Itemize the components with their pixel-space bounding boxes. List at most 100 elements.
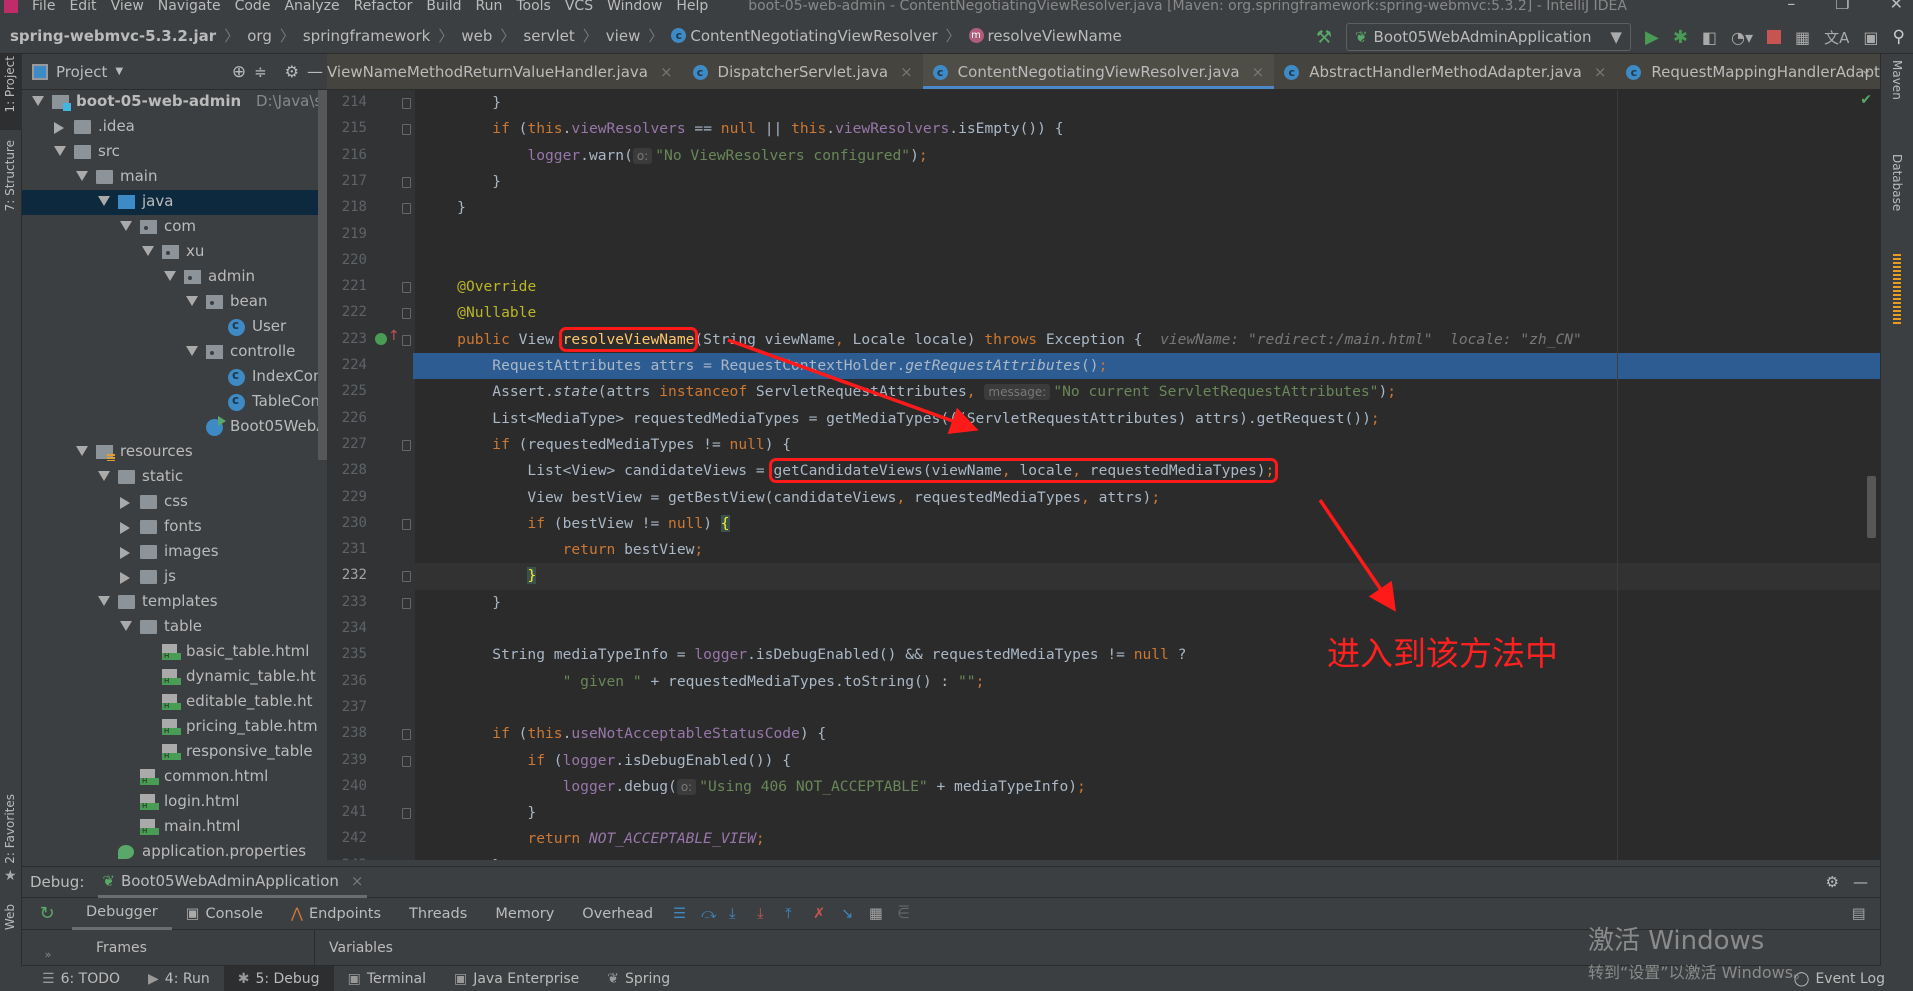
fold-marker-icon[interactable] <box>402 729 411 741</box>
debug-session-tab[interactable]: ❦ Boot05WebAdminApplication × <box>98 866 368 898</box>
tree-item[interactable]: table <box>22 615 327 640</box>
tree-item[interactable]: main <box>22 165 327 190</box>
breadcrumb-item[interactable]: view <box>606 27 641 45</box>
fold-marker-icon[interactable] <box>402 808 411 820</box>
fold-marker-icon[interactable] <box>402 98 411 109</box>
tree-item[interactable]: java <box>22 190 327 215</box>
chevron-right-icon[interactable] <box>54 122 64 134</box>
implements-method-icon[interactable] <box>375 332 387 345</box>
fold-marker-icon[interactable] <box>402 308 411 320</box>
chevron-down-icon[interactable] <box>186 296 198 306</box>
profile-icon[interactable]: ◔▾ <box>1731 28 1753 47</box>
trace-icon[interactable]: ⋶ <box>897 906 913 922</box>
tree-item[interactable]: common.html <box>22 765 327 790</box>
evaluate-expression-icon[interactable]: ▦ <box>869 906 885 922</box>
rerun-icon[interactable]: ↻ <box>22 903 72 924</box>
tree-item[interactable]: application.properties <box>22 840 327 860</box>
chevron-down-icon[interactable] <box>98 196 110 206</box>
debug-tab-console[interactable]: ▣ Console <box>172 898 277 930</box>
chevron-right-icon[interactable] <box>120 522 130 534</box>
project-view-selector[interactable]: Project <box>56 63 107 81</box>
code-editor[interactable]: 214 215 216 217 218 219 220 221 222 223 224 225 226 2… <box>327 90 1880 860</box>
chevron-down-icon[interactable] <box>120 221 132 231</box>
chevron-down-icon[interactable] <box>98 596 110 606</box>
bottom-tool-spring[interactable]: ❦ Spring <box>593 966 684 991</box>
breadcrumb-item[interactable]: m resolveViewName <box>968 27 1122 45</box>
project-structure-icon[interactable]: ▦ <box>1795 28 1810 47</box>
menu-item-vcs[interactable]: VCS <box>565 0 593 14</box>
fold-marker-icon[interactable] <box>402 282 411 294</box>
chevron-down-icon[interactable] <box>98 471 110 481</box>
chevron-down-icon[interactable] <box>32 96 44 106</box>
tool-window-database[interactable]: Database <box>1890 154 1904 211</box>
tool-window-maven[interactable]: Maven <box>1890 60 1904 100</box>
hide-icon[interactable]: — <box>1853 873 1868 891</box>
tree-item[interactable]: pricing_table.htm <box>22 715 327 740</box>
tree-item[interactable]: login.html <box>22 790 327 815</box>
drop-frame-icon[interactable]: ✗ <box>813 906 829 922</box>
menu-item-view[interactable]: View <box>111 0 144 14</box>
presentation-icon[interactable]: ▣ <box>1863 28 1878 47</box>
menu-item-build[interactable]: Build <box>426 0 461 14</box>
debug-tab-threads[interactable]: Threads <box>395 898 481 930</box>
close-icon[interactable]: × <box>660 63 673 81</box>
translate-icon[interactable]: 文A <box>1824 27 1849 48</box>
expand-icon[interactable]: » <box>22 934 74 961</box>
force-step-into-icon[interactable]: ⤓ <box>757 906 773 922</box>
tree-item[interactable]: main.html <box>22 815 327 840</box>
debug-tab-endpoints[interactable]: ⋀ Endpoints <box>277 898 395 930</box>
tree-item[interactable]: com <box>22 215 327 240</box>
debug-tab-overhead[interactable]: Overhead <box>568 898 667 930</box>
tree-item[interactable]: static <box>22 465 327 490</box>
tree-item[interactable]: dynamic_table.ht <box>22 665 327 690</box>
tree-item[interactable]: css <box>22 490 327 515</box>
tool-window-web[interactable]: Web <box>3 904 17 930</box>
tree-item[interactable]: images <box>22 540 327 565</box>
tree-item[interactable]: js <box>22 565 327 590</box>
breadcrumb-item[interactable]: spring-webmvc-5.3.2.jar <box>10 27 216 45</box>
tree-item[interactable]: editable_table.ht <box>22 690 327 715</box>
editor-tab[interactable]: c RequestMappingHandlerAdapter.j <box>1616 54 1880 89</box>
tree-item[interactable]: IndexCont <box>22 365 327 390</box>
tool-window-project[interactable]: 1: Project <box>3 56 17 113</box>
run-icon[interactable]: ▶ <box>1645 27 1659 48</box>
chevron-down-icon[interactable]: ▼ <box>115 66 123 77</box>
run-to-cursor-icon[interactable]: ↘ <box>841 906 857 922</box>
tree-item[interactable]: controlle <box>22 340 327 365</box>
tree-item[interactable]: basic_table.html <box>22 640 327 665</box>
maximize-button[interactable]: ❐ <box>1835 0 1849 13</box>
gear-icon[interactable]: ⚙ <box>1826 873 1839 891</box>
chevron-right-icon[interactable] <box>120 547 130 559</box>
tree-item[interactable]: .idea <box>22 115 327 140</box>
tree-item[interactable]: User <box>22 315 327 340</box>
tree-item[interactable]: admin <box>22 265 327 290</box>
tool-window-structure[interactable]: 7: Structure <box>3 140 17 211</box>
editor-gutter[interactable]: 214 215 216 217 218 219 220 221 222 223 224 225 226 2… <box>327 90 417 860</box>
chevron-down-icon[interactable] <box>54 146 66 156</box>
chevron-right-icon[interactable] <box>120 497 130 509</box>
step-into-icon[interactable]: ⤓ <box>729 906 745 922</box>
menu-item-code[interactable]: Code <box>235 0 271 14</box>
stop-icon[interactable] <box>1767 30 1782 44</box>
hide-icon[interactable]: — <box>307 62 323 81</box>
gear-icon[interactable]: ⚙ <box>285 62 299 81</box>
bottom-tool-4-run[interactable]: ▶ 4: Run <box>134 966 224 991</box>
tree-item[interactable]: Boot05WebA <box>22 415 327 440</box>
frames-list-icon[interactable]: ☰ <box>673 906 689 922</box>
chevron-down-icon[interactable] <box>76 446 88 456</box>
fold-marker-icon[interactable] <box>402 518 411 530</box>
close-icon[interactable]: × <box>1594 63 1607 81</box>
run-configuration-dropdown[interactable]: ❦ Boot05WebAdminApplication ▼ <box>1345 23 1631 51</box>
close-icon[interactable]: × <box>1252 63 1265 81</box>
menu-item-run[interactable]: Run <box>476 0 503 14</box>
minimize-button[interactable]: – <box>1787 0 1795 13</box>
fold-marker-icon[interactable] <box>402 334 411 346</box>
bottom-tool-terminal[interactable]: ▣ Terminal <box>334 966 440 991</box>
fold-marker-icon[interactable] <box>402 755 411 767</box>
editor-tab[interactable]: c DispatcherServlet.java × <box>682 54 923 89</box>
breadcrumb-item[interactable]: springframework <box>303 27 430 45</box>
menu-item-refactor[interactable]: Refactor <box>354 0 413 14</box>
tree-item[interactable]: resources <box>22 440 327 465</box>
step-out-icon[interactable]: ⤒ <box>785 906 801 922</box>
tree-item[interactable]: src <box>22 140 327 165</box>
